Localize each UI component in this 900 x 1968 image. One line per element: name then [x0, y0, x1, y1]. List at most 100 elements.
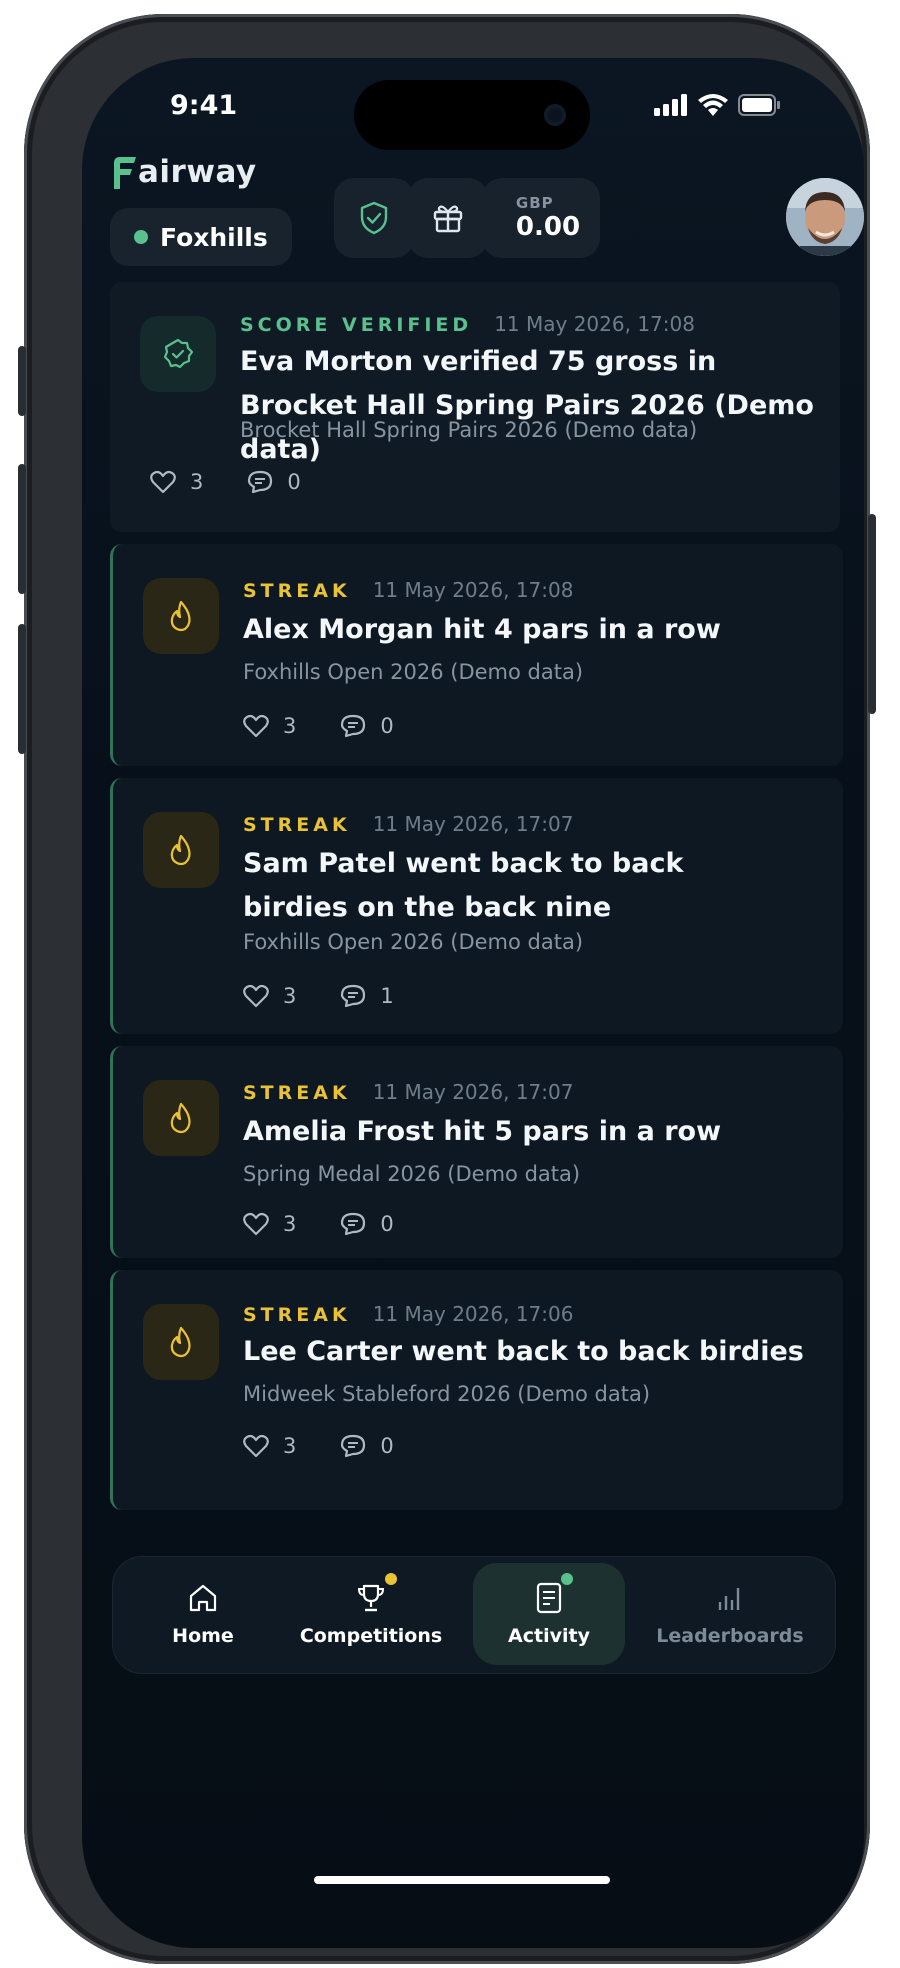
- activity-title: Sam Patel went back to back birdies on t…: [243, 848, 684, 923]
- activity-tag: STREAK 11 May 2026, 17:08: [243, 578, 573, 602]
- activity-type-badge: [143, 1080, 219, 1156]
- tab-competitions[interactable]: Competitions: [277, 1563, 465, 1665]
- comment-button[interactable]: 1: [340, 984, 394, 1008]
- like-count: 3: [283, 984, 297, 1008]
- activity-actions: 3 0: [150, 470, 301, 494]
- comment-button[interactable]: 0: [247, 470, 301, 494]
- activity-actions: 3 0: [243, 714, 394, 738]
- heart-icon: [243, 984, 269, 1008]
- heart-icon: [243, 1434, 269, 1458]
- verify-button[interactable]: [334, 178, 414, 258]
- activity-subtitle: Spring Medal 2026 (Demo data): [243, 1162, 581, 1186]
- status-icons: [654, 94, 780, 116]
- heart-icon: [150, 470, 176, 494]
- club-status-dot: [134, 230, 148, 244]
- heart-icon: [243, 714, 269, 738]
- comment-button[interactable]: 0: [340, 1434, 394, 1458]
- power-button: [868, 514, 876, 714]
- activity-subtitle: Midweek Stableford 2026 (Demo data): [243, 1382, 651, 1406]
- like-button[interactable]: 3: [243, 1434, 296, 1458]
- activity-subtitle: Foxhills Open 2026 (Demo data): [243, 930, 584, 954]
- activity-card[interactable]: STREAK 11 May 2026, 17:08 Alex Morgan hit…: [110, 544, 843, 766]
- activity-tag-label: STREAK: [243, 814, 351, 836]
- like-count: 3: [283, 1434, 297, 1458]
- flame-icon: [170, 1326, 191, 1358]
- like-button[interactable]: 3: [243, 1212, 296, 1236]
- activity-type-badge: [143, 812, 219, 888]
- home-indicator[interactable]: [314, 1876, 610, 1884]
- club-selector[interactable]: Foxhills: [110, 208, 292, 266]
- activity-card[interactable]: SCORE VERIFIED 11 May 2026, 17:08 Eva Mor…: [110, 282, 840, 532]
- comment-icon: [341, 1212, 366, 1236]
- rewards-button[interactable]: [408, 178, 488, 258]
- wallet-button[interactable]: GBP 0.00: [482, 178, 600, 258]
- comment-button[interactable]: 0: [340, 714, 394, 738]
- wallet-amount: 0.00: [515, 212, 581, 242]
- like-count: 3: [283, 714, 297, 738]
- activity-tag: STREAK 11 May 2026, 17:07: [243, 812, 573, 836]
- like-count: 3: [190, 470, 204, 494]
- heart-icon: [243, 1212, 269, 1236]
- activity-title: Lee Carter went back to back birdies: [243, 1336, 804, 1367]
- shield-check-icon: [360, 201, 388, 235]
- activity-card[interactable]: STREAK 11 May 2026, 17:07 Sam Patel went …: [110, 778, 843, 1034]
- activity-tag: SCORE VERIFIED 11 May 2026, 17:08: [240, 312, 695, 336]
- battery-icon: [738, 94, 780, 116]
- leaderboards-icon: [718, 1588, 740, 1610]
- activity-tag-label: SCORE VERIFIED: [240, 314, 473, 336]
- fairway-logo-mark: [114, 157, 136, 189]
- volume-down-button: [18, 624, 26, 754]
- club-name: Foxhills: [160, 222, 268, 252]
- comment-count: 0: [380, 714, 394, 738]
- volume-up-button: [18, 464, 26, 594]
- comment-count: 0: [380, 1434, 394, 1458]
- comment-button[interactable]: 0: [340, 1212, 394, 1236]
- gift-icon: [433, 205, 463, 233]
- activity-type-badge: [143, 578, 219, 654]
- comment-icon: [341, 1434, 366, 1458]
- activity-card[interactable]: STREAK 11 May 2026, 17:06 Lee Carter went…: [110, 1270, 843, 1510]
- activity-tag-label: STREAK: [243, 580, 351, 602]
- activity-tag-label: STREAK: [243, 1082, 351, 1104]
- bottom-tab-bar: Home Competitions Activity Leaderboards: [112, 1556, 836, 1674]
- activity-time: 11 May 2026, 17:06: [372, 1302, 574, 1326]
- tab-home[interactable]: Home: [113, 1563, 293, 1665]
- avatar[interactable]: [786, 178, 864, 256]
- app-logo[interactable]: airway: [110, 154, 257, 190]
- trophy-icon: [357, 1584, 385, 1612]
- activity-tag: STREAK 11 May 2026, 17:07: [243, 1080, 573, 1104]
- like-button[interactable]: 3: [243, 714, 296, 738]
- tab-leaderboards[interactable]: Leaderboards: [635, 1563, 825, 1665]
- like-button[interactable]: 3: [150, 470, 203, 494]
- tab-label: Leaderboards: [656, 1625, 804, 1647]
- comment-icon: [248, 470, 273, 494]
- flame-icon: [170, 600, 191, 632]
- wifi-icon: [698, 94, 728, 116]
- profile-photo: [786, 178, 864, 256]
- tab-activity[interactable]: Activity: [473, 1563, 625, 1665]
- activity-tag: STREAK 11 May 2026, 17:06: [243, 1302, 573, 1326]
- activity-title: Eva Morton verified 75 gross in Brocket …: [240, 346, 814, 465]
- like-button[interactable]: 3: [243, 984, 296, 1008]
- activity-tag-label: STREAK: [243, 1304, 351, 1326]
- flame-icon: [170, 834, 191, 866]
- status-time: 9:41: [170, 90, 238, 121]
- comment-count: 0: [380, 1212, 394, 1236]
- comment-icon: [341, 984, 366, 1008]
- activity-title: Alex Morgan hit 4 pars in a row: [243, 614, 721, 645]
- comment-icon: [341, 714, 366, 738]
- tab-label: Home: [172, 1625, 234, 1647]
- activity-time: 11 May 2026, 17:07: [372, 1080, 574, 1104]
- wallet-balance: GBP 0.00: [516, 194, 580, 242]
- tab-label: Competitions: [299, 1625, 443, 1647]
- verified-badge-icon: [163, 338, 194, 369]
- activity-time: 11 May 2026, 17:08: [372, 578, 574, 602]
- home-icon: [189, 1584, 217, 1612]
- logo-text: airway: [138, 154, 257, 190]
- activity-subtitle: Foxhills Open 2026 (Demo data): [243, 660, 584, 684]
- flame-icon: [170, 1102, 191, 1134]
- dynamic-island: [354, 80, 590, 150]
- activity-type-badge: [140, 316, 216, 392]
- activity-time: 11 May 2026, 17:08: [494, 312, 695, 336]
- activity-card[interactable]: STREAK 11 May 2026, 17:07 Amelia Frost hi…: [110, 1046, 843, 1258]
